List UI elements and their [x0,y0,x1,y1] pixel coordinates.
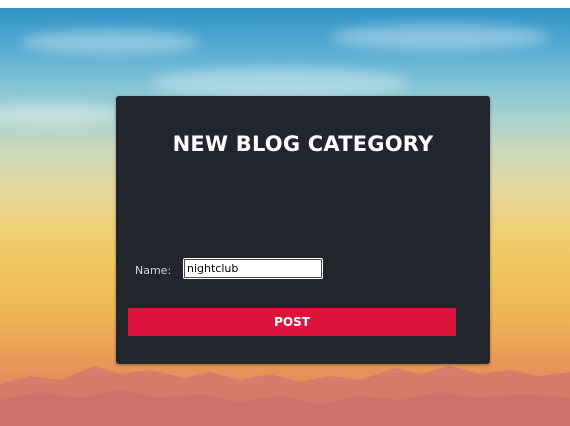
cloud [20,30,200,54]
name-field-label: Name: [135,264,172,277]
cloud [330,24,550,50]
form-title: NEW BLOG CATEGORY [172,132,434,156]
new-category-form-card: NEW BLOG CATEGORY Name: POST [116,96,490,364]
cloud [150,68,410,98]
page: NEW BLOG CATEGORY Name: POST [0,0,570,426]
top-strip [0,0,570,8]
category-name-input[interactable] [183,258,323,279]
cloud [0,103,120,125]
post-button[interactable]: POST [128,308,456,336]
